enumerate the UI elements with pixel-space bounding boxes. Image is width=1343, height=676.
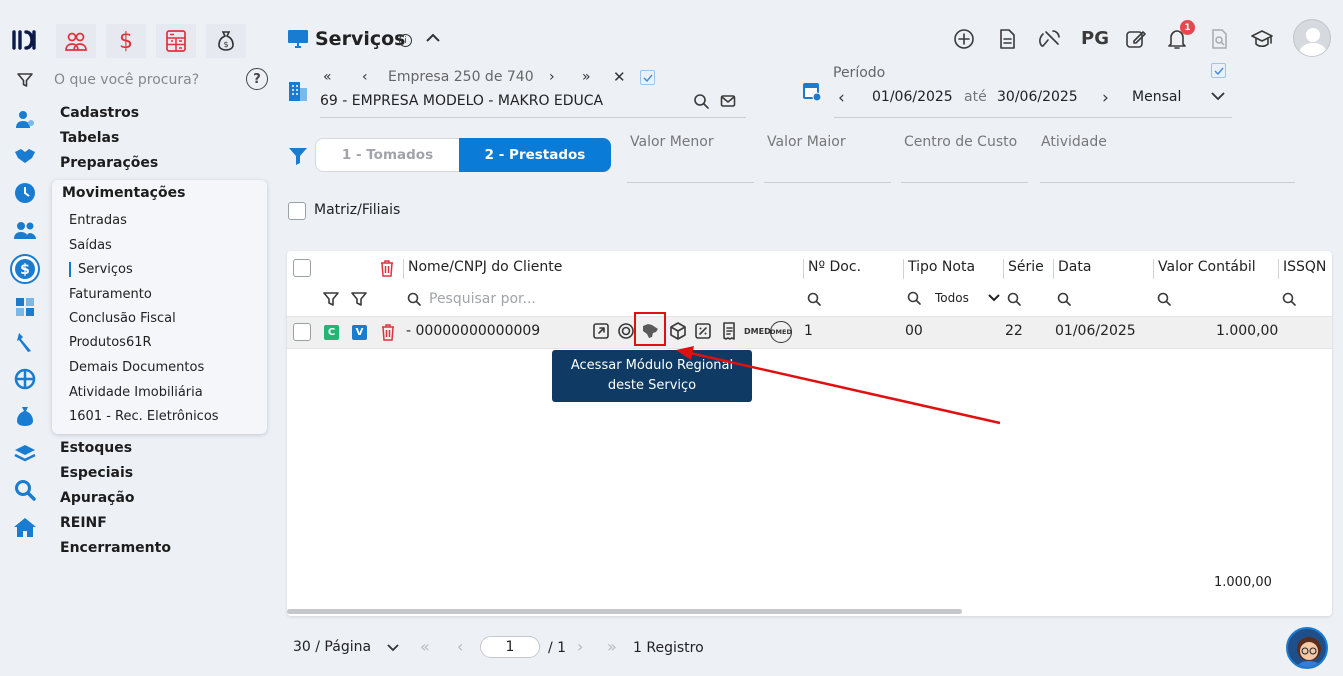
prev-page-button[interactable]: ‹: [457, 637, 463, 656]
annotation-arrow: [676, 346, 1001, 425]
page-total: / 1: [548, 640, 567, 656]
assistant-avatar[interactable]: [1286, 627, 1328, 669]
next-page-button[interactable]: ›: [577, 637, 583, 656]
last-page-button[interactable]: »: [607, 637, 617, 656]
per-page-chevron-icon[interactable]: [386, 643, 400, 653]
records-count: 1 Registro: [633, 640, 704, 656]
per-page-select[interactable]: 30 / Página: [293, 639, 371, 655]
first-page-button[interactable]: «: [420, 637, 430, 656]
page-input[interactable]: 1: [480, 636, 540, 658]
page-number: 1: [505, 639, 515, 655]
